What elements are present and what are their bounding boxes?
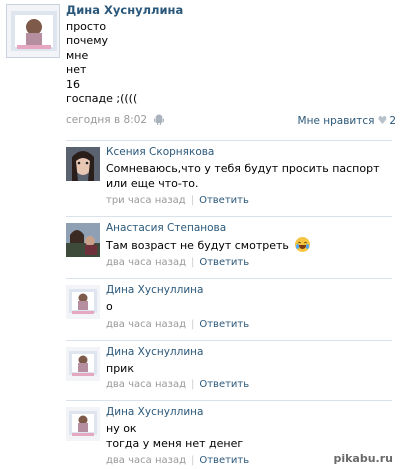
- post-line: 16: [66, 77, 80, 91]
- like-button[interactable]: Мне нравится ♥ 2: [298, 114, 396, 127]
- post-line: мне: [66, 48, 89, 62]
- reply-author[interactable]: Анастасия Степанова: [106, 222, 226, 234]
- reply-author[interactable]: Дина Хуснуллина: [106, 406, 203, 418]
- like-count: 2: [389, 115, 396, 127]
- reply-time[interactable]: два часа назад: [106, 319, 186, 330]
- reply-answer-button[interactable]: Ответить: [199, 319, 249, 330]
- reply-time[interactable]: два часа назад: [106, 455, 186, 466]
- post-author-avatar[interactable]: [6, 4, 60, 58]
- reply-avatar[interactable]: [66, 407, 100, 441]
- post-meta: сегодня в 8:02: [66, 114, 165, 128]
- reply-text: ну ок тогда у меня нет денег: [106, 422, 244, 450]
- reply-meta: два часа назад | Ответить: [106, 455, 249, 466]
- reply-text: Там возраст не будут смотреть: [106, 237, 396, 253]
- reply-separator: [66, 140, 392, 141]
- reply-answer-button[interactable]: Ответить: [199, 455, 249, 466]
- reply-author[interactable]: Ксения Скорнякова: [106, 146, 214, 158]
- reply-meta: два часа назад | Ответить: [106, 379, 249, 390]
- post-line: госпаде ;((((: [66, 92, 138, 106]
- post-time[interactable]: сегодня в 8:02: [66, 114, 147, 126]
- meta-divider: |: [190, 455, 195, 466]
- heart-icon: ♥: [377, 114, 388, 127]
- reply-answer-button[interactable]: Ответить: [199, 195, 249, 206]
- reply-separator: [66, 216, 392, 217]
- reply-text: о: [106, 300, 113, 313]
- reply-text: Сомневаюсь,что у тебя будут просить пасп…: [106, 162, 380, 190]
- reply-text-content: Там возраст не будут смотреть: [106, 239, 289, 252]
- reply-author[interactable]: Дина Хуснуллина: [106, 284, 203, 296]
- reply-text: прик: [106, 362, 134, 375]
- reply-avatar[interactable]: [66, 347, 100, 381]
- reply-separator: [66, 400, 392, 401]
- reply-meta: три часа назад | Ответить: [106, 195, 249, 206]
- reply-avatar[interactable]: [66, 285, 100, 319]
- meta-divider: |: [190, 379, 195, 390]
- reply-answer-button[interactable]: Ответить: [199, 379, 249, 390]
- crying-laughing-emoji-icon: [294, 237, 310, 252]
- wall-post: Дина Хуснуллина просто почему мне нет 16…: [0, 0, 402, 134]
- android-icon: [154, 114, 165, 128]
- post-author-name[interactable]: Дина Хуснуллина: [66, 3, 183, 17]
- post-line: почему: [66, 34, 108, 48]
- meta-divider: |: [190, 319, 195, 330]
- reply-answer-button[interactable]: Ответить: [199, 257, 249, 268]
- reply-time[interactable]: три часа назад: [106, 195, 186, 206]
- meta-divider: |: [190, 257, 195, 268]
- reply-avatar[interactable]: [66, 223, 100, 257]
- reply-separator: [66, 278, 392, 279]
- post-line: просто: [66, 20, 107, 33]
- post-text: просто почему мне нет 16 госпаде ;((((: [66, 20, 137, 106]
- reply-time[interactable]: два часа назад: [106, 257, 186, 268]
- like-label: Мне нравится: [297, 115, 375, 127]
- reply-meta: два часа назад | Ответить: [106, 257, 249, 268]
- reply-meta: два часа назад | Ответить: [106, 319, 249, 330]
- reply-separator: [66, 340, 392, 341]
- meta-divider: |: [190, 195, 195, 206]
- watermark: pikabu.ru: [330, 452, 396, 465]
- reply-time[interactable]: два часа назад: [106, 379, 186, 390]
- reply-avatar[interactable]: [66, 147, 100, 181]
- reply-author[interactable]: Дина Хуснуллина: [106, 346, 203, 358]
- post-line: нет: [66, 63, 87, 77]
